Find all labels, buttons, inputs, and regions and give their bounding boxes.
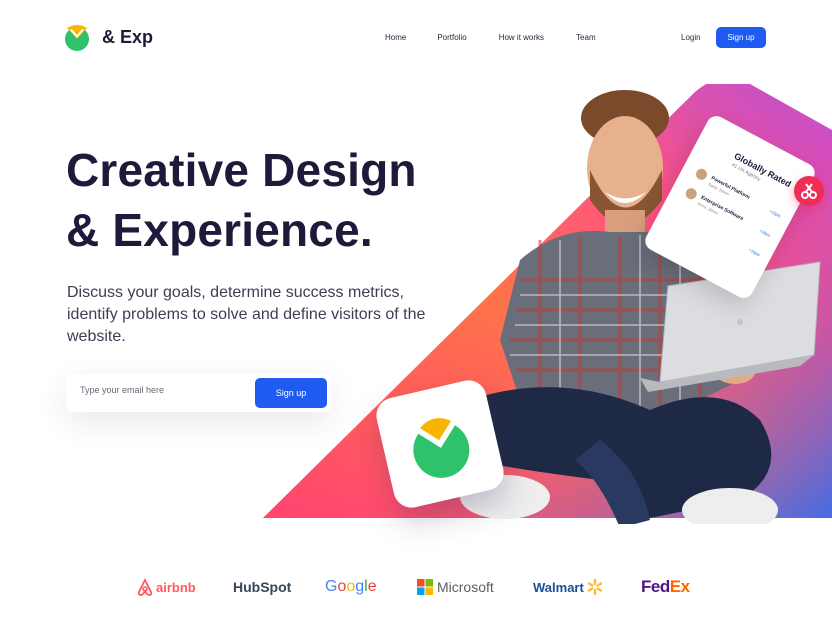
nav-home[interactable]: Home <box>385 33 406 42</box>
microsoft-icon <box>417 579 433 595</box>
brand-hubspot: HubSpot <box>233 574 291 600</box>
brand-airbnb: airbnb <box>137 574 196 600</box>
login-link[interactable]: Login <box>681 33 701 42</box>
scissors-badge-icon <box>794 176 824 206</box>
main-nav: Home Portfolio How it works Team <box>385 33 596 42</box>
avatar <box>694 166 709 182</box>
rating-row-tag: +18pts <box>758 227 772 238</box>
nav-team[interactable]: Team <box>576 33 596 42</box>
brand-walmart-label: Walmart <box>533 579 584 595</box>
brand-fedex-label: FedEx <box>641 577 690 596</box>
brand-logos: airbnb HubSpot Google Microsoft Walmart <box>0 574 832 604</box>
brand-logo[interactable]: & Exp <box>64 22 153 52</box>
brand-microsoft-label: Microsoft <box>437 579 494 595</box>
email-input[interactable] <box>80 385 250 395</box>
nav-how-it-works[interactable]: How it works <box>499 33 544 42</box>
logo-icon <box>64 22 90 52</box>
airbnb-icon <box>137 578 153 596</box>
brand-walmart: Walmart <box>533 574 604 600</box>
brand-microsoft: Microsoft <box>417 574 494 600</box>
walmart-spark-icon <box>587 578 603 596</box>
brand-hubspot-label: HubSpot <box>233 579 292 595</box>
avatar <box>683 186 699 202</box>
brand-google-label: Google <box>325 578 377 595</box>
nav-portfolio[interactable]: Portfolio <box>437 33 466 42</box>
rating-row-tag: +10pts <box>748 247 762 258</box>
signup-button[interactable]: Sign up <box>716 27 766 48</box>
brand-name: & Exp <box>102 26 154 47</box>
brand-fedex: FedEx <box>641 574 690 600</box>
site-header: & Exp Home Portfolio How it works Team L… <box>0 0 832 78</box>
brand-google: Google <box>325 574 377 600</box>
brand-airbnb-label: airbnb <box>156 579 196 595</box>
rating-row-tag: +15pts <box>768 208 782 219</box>
